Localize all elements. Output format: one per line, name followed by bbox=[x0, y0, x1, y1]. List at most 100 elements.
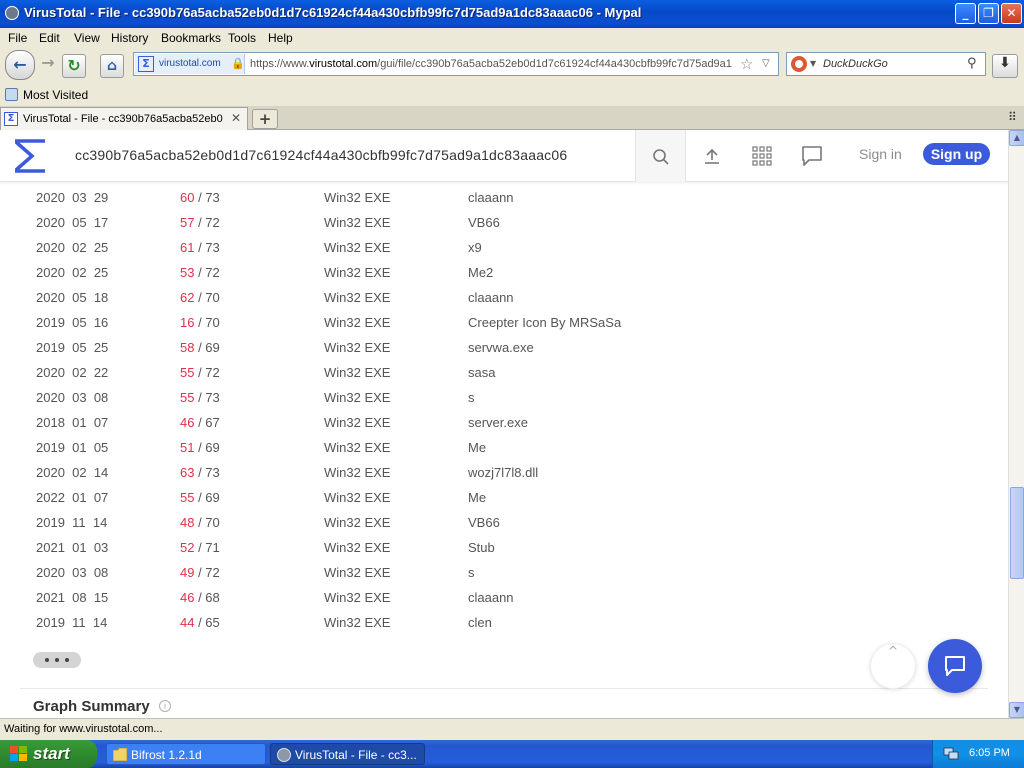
restore-button[interactable]: ❐ bbox=[978, 3, 999, 24]
vertical-scrollbar[interactable]: ▲ ▼ bbox=[1008, 130, 1024, 718]
table-row[interactable]: 2019 05 25 58 / 69 Win32 EXE servwa.exe bbox=[0, 335, 1008, 360]
row-detection-ratio: 55 / 73 bbox=[180, 390, 220, 405]
row-detection-ratio: 51 / 69 bbox=[180, 440, 220, 455]
row-file-type: Win32 EXE bbox=[324, 465, 391, 480]
search-placeholder[interactable]: DuckDuckGo bbox=[823, 58, 888, 70]
scroll-up-arrow-icon[interactable]: ▲ bbox=[1009, 130, 1024, 146]
table-row[interactable]: 2020 03 08 49 / 72 Win32 EXE s bbox=[0, 560, 1008, 585]
sign-in-link[interactable]: Sign in bbox=[859, 146, 902, 162]
menu-bar: File Edit View History Bookmarks Tools H… bbox=[0, 28, 1024, 48]
row-file-name[interactable]: s bbox=[468, 390, 475, 405]
row-file-name[interactable]: Stub bbox=[468, 540, 495, 555]
chat-icon[interactable] bbox=[801, 145, 823, 167]
url-text[interactable]: https://www.virustotal.com/gui/file/cc39… bbox=[250, 58, 738, 70]
chat-widget-button[interactable] bbox=[928, 639, 982, 693]
menu-file[interactable]: File bbox=[8, 31, 27, 45]
row-file-name[interactable]: s bbox=[468, 565, 475, 580]
table-row[interactable]: 2020 02 25 61 / 73 Win32 EXE x9 bbox=[0, 235, 1008, 260]
row-file-name[interactable]: clen bbox=[468, 615, 492, 630]
site-identity[interactable]: Σ virustotal.com 🔒 bbox=[135, 54, 245, 74]
downloads-button[interactable]: ⬇ bbox=[992, 54, 1018, 78]
minimize-button[interactable]: _ bbox=[955, 3, 976, 24]
table-row[interactable]: 2020 02 14 63 / 73 Win32 EXE wozj7l7l8.dll bbox=[0, 460, 1008, 485]
menu-view[interactable]: View bbox=[74, 31, 100, 45]
row-file-name[interactable]: x9 bbox=[468, 240, 482, 255]
windows-logo-icon bbox=[10, 746, 28, 762]
search-engine-dropdown-icon[interactable]: ▼ bbox=[810, 59, 816, 68]
row-file-name[interactable]: Me2 bbox=[468, 265, 493, 280]
table-row[interactable]: 2018 01 07 46 / 67 Win32 EXE server.exe bbox=[0, 410, 1008, 435]
vt-search-button[interactable] bbox=[636, 130, 686, 182]
row-file-type: Win32 EXE bbox=[324, 565, 391, 580]
table-row[interactable]: 2019 11 14 44 / 65 Win32 EXE clen bbox=[0, 610, 1008, 635]
table-row[interactable]: 2020 05 17 57 / 72 Win32 EXE VB66 bbox=[0, 210, 1008, 235]
table-row[interactable]: 2020 02 22 55 / 72 Win32 EXE sasa bbox=[0, 360, 1008, 385]
row-file-name[interactable]: sasa bbox=[468, 365, 495, 380]
table-row[interactable]: 2021 01 03 52 / 71 Win32 EXE Stub bbox=[0, 535, 1008, 560]
duckduckgo-icon[interactable] bbox=[791, 56, 807, 72]
row-file-name[interactable]: Me bbox=[468, 490, 486, 505]
search-bar[interactable]: ▼ DuckDuckGo ⚲ bbox=[786, 52, 986, 76]
taskbar-item-virustotal[interactable]: VirusTotal - File - cc3... bbox=[270, 743, 425, 765]
row-detection-ratio: 16 / 70 bbox=[180, 315, 220, 330]
table-row[interactable]: 2019 05 16 16 / 70 Win32 EXE Creepter Icon … bbox=[0, 310, 1008, 335]
url-dropdown-icon[interactable]: ▽ bbox=[762, 58, 770, 69]
most-visited-link[interactable]: Most Visited bbox=[23, 88, 88, 102]
row-file-name[interactable]: claaann bbox=[468, 590, 514, 605]
menu-edit[interactable]: Edit bbox=[39, 31, 60, 45]
table-row[interactable]: 2020 03 08 55 / 73 Win32 EXE s bbox=[0, 385, 1008, 410]
row-file-name[interactable]: claaann bbox=[468, 290, 514, 305]
sign-up-button[interactable]: Sign up bbox=[923, 143, 990, 165]
scroll-down-arrow-icon[interactable]: ▼ bbox=[1009, 702, 1024, 718]
table-row[interactable]: 2022 01 07 55 / 69 Win32 EXE Me bbox=[0, 485, 1008, 510]
upload-icon[interactable] bbox=[702, 146, 722, 166]
table-row[interactable]: 2019 11 14 48 / 70 Win32 EXE VB66 bbox=[0, 510, 1008, 535]
home-button[interactable]: ⌂ bbox=[100, 54, 124, 78]
close-button[interactable]: ✕ bbox=[1001, 3, 1022, 24]
row-total-engines: / 72 bbox=[194, 565, 220, 580]
start-button[interactable]: start bbox=[0, 740, 97, 768]
virustotal-logo-icon[interactable] bbox=[12, 139, 48, 173]
row-file-name[interactable]: VB66 bbox=[468, 515, 500, 530]
table-row[interactable]: 2019 01 05 51 / 69 Win32 EXE Me bbox=[0, 435, 1008, 460]
menu-tools[interactable]: Tools bbox=[228, 31, 256, 45]
info-icon[interactable]: i bbox=[159, 700, 171, 712]
taskbar-item-bifrost[interactable]: Bifrost 1.2.1d bbox=[106, 743, 266, 765]
browser-app-icon bbox=[5, 6, 19, 20]
scrollbar-thumb[interactable] bbox=[1010, 487, 1024, 579]
tab-close-icon[interactable]: ✕ bbox=[231, 111, 241, 125]
search-query-text[interactable]: cc390b76a5acba52eb0d1d7c61924cf44a430cbf… bbox=[75, 147, 567, 163]
row-file-name[interactable]: claaann bbox=[468, 190, 514, 205]
clock[interactable]: 6:05 PM bbox=[969, 747, 1010, 759]
forward-button[interactable]: → bbox=[35, 53, 61, 79]
menu-bookmarks[interactable]: Bookmarks bbox=[161, 31, 221, 45]
row-file-name[interactable]: Me bbox=[468, 440, 486, 455]
tab-virustotal[interactable]: Σ VirusTotal - File - cc390b76a5acba52eb… bbox=[0, 107, 248, 130]
bookmark-star-icon[interactable]: ☆ bbox=[740, 55, 753, 73]
new-tab-button[interactable]: + bbox=[252, 109, 278, 129]
menu-help[interactable]: Help bbox=[268, 31, 293, 45]
apps-grid-icon[interactable] bbox=[752, 146, 772, 166]
table-row[interactable]: 2021 08 15 46 / 68 Win32 EXE claaann bbox=[0, 585, 1008, 610]
row-total-engines: / 70 bbox=[194, 315, 220, 330]
browser-app-icon bbox=[277, 748, 291, 762]
table-row[interactable]: 2020 05 18 62 / 70 Win32 EXE claaann bbox=[0, 285, 1008, 310]
row-file-name[interactable]: wozj7l7l8.dll bbox=[468, 465, 538, 480]
table-row[interactable]: 2020 02 25 53 / 72 Win32 EXE Me2 bbox=[0, 260, 1008, 285]
network-icon[interactable] bbox=[943, 747, 959, 761]
row-file-name[interactable]: servwa.exe bbox=[468, 340, 534, 355]
row-file-name[interactable]: VB66 bbox=[468, 215, 500, 230]
row-file-name[interactable]: server.exe bbox=[468, 415, 528, 430]
table-row[interactable]: 2020 03 29 60 / 73 Win32 EXE claaann bbox=[0, 185, 1008, 210]
url-bar[interactable]: Σ virustotal.com 🔒 https://www.virustota… bbox=[133, 52, 779, 76]
system-tray: 6:05 PM bbox=[932, 740, 1024, 768]
show-more-button[interactable] bbox=[33, 652, 81, 668]
tab-list-icon[interactable]: ⠿ bbox=[1008, 110, 1017, 124]
reload-button[interactable]: ↻ bbox=[62, 54, 86, 78]
back-button[interactable]: ← bbox=[5, 50, 35, 80]
search-icon[interactable]: ⚲ bbox=[967, 56, 977, 71]
scroll-to-top-button[interactable]: ^ bbox=[870, 643, 916, 689]
folder-icon bbox=[113, 748, 128, 761]
row-file-name[interactable]: Creepter Icon By MRSaSa bbox=[468, 315, 621, 330]
menu-history[interactable]: History bbox=[111, 31, 148, 45]
